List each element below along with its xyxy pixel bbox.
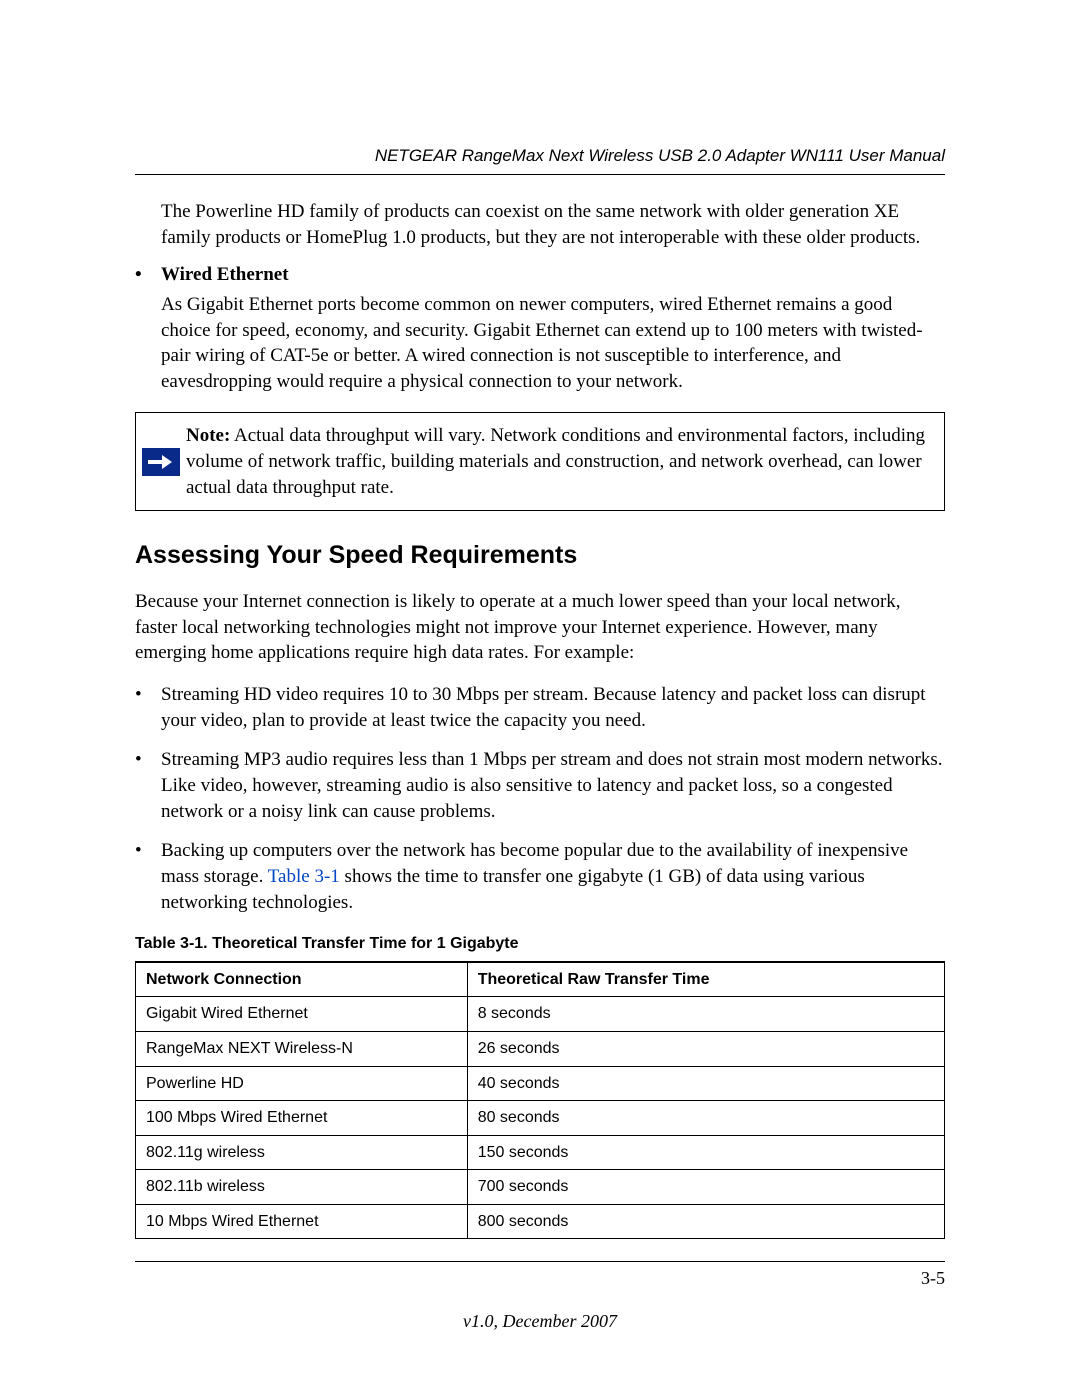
table-cell: 150 seconds: [467, 1135, 944, 1170]
table-row: 802.11g wireless150 seconds: [136, 1135, 945, 1170]
table-row: 10 Mbps Wired Ethernet800 seconds: [136, 1204, 945, 1239]
table-header-row: Network Connection Theoretical Raw Trans…: [136, 962, 945, 997]
document-page: NETGEAR RangeMax Next Wireless USB 2.0 A…: [0, 0, 1080, 1397]
table-cell: RangeMax NEXT Wireless-N: [136, 1031, 468, 1066]
table-row: RangeMax NEXT Wireless-N26 seconds: [136, 1031, 945, 1066]
table-cell: 700 seconds: [467, 1170, 944, 1205]
table-header-cell: Theoretical Raw Transfer Time: [467, 962, 944, 997]
note-body: Actual data throughput will vary. Networ…: [186, 425, 925, 497]
bullet-dot-icon: •: [135, 682, 161, 733]
transfer-time-table: Network Connection Theoretical Raw Trans…: [135, 961, 945, 1240]
note-icon-cell: [136, 413, 186, 510]
table-cell: 10 Mbps Wired Ethernet: [136, 1204, 468, 1239]
requirements-list: • Streaming HD video requires 10 to 30 M…: [135, 682, 945, 915]
note-text: Note: Actual data throughput will vary. …: [186, 413, 944, 510]
table-cell: 800 seconds: [467, 1204, 944, 1239]
section-intro-paragraph: Because your Internet connection is like…: [135, 589, 945, 666]
table-caption: Table 3-1. Theoretical Transfer Time for…: [135, 933, 945, 955]
table-cell: 100 Mbps Wired Ethernet: [136, 1101, 468, 1136]
table-cell: Powerline HD: [136, 1066, 468, 1101]
list-item: • Streaming HD video requires 10 to 30 M…: [135, 682, 945, 733]
table-cell: 80 seconds: [467, 1101, 944, 1136]
note-label: Note:: [186, 425, 230, 446]
bullet-dot-icon: •: [135, 747, 161, 824]
table-cell: 26 seconds: [467, 1031, 944, 1066]
wired-ethernet-heading: Wired Ethernet: [161, 262, 289, 288]
table-row: 100 Mbps Wired Ethernet80 seconds: [136, 1101, 945, 1136]
bullet-dot-icon: •: [135, 262, 161, 288]
arrow-right-icon: [142, 448, 180, 476]
wired-ethernet-paragraph: As Gigabit Ethernet ports become common …: [161, 292, 945, 395]
page-number: 3-5: [135, 1266, 945, 1290]
table-header-cell: Network Connection: [136, 962, 468, 997]
list-item: • Backing up computers over the network …: [135, 838, 945, 915]
section-heading: Assessing Your Speed Requirements: [135, 539, 945, 573]
bullet-dot-icon: •: [135, 838, 161, 915]
table-cell: 40 seconds: [467, 1066, 944, 1101]
footer-version: v1.0, December 2007: [135, 1309, 945, 1333]
table-row: 802.11b wireless700 seconds: [136, 1170, 945, 1205]
list-item-text: Streaming MP3 audio requires less than 1…: [161, 747, 945, 824]
list-item-text: Backing up computers over the network ha…: [161, 838, 945, 915]
footer-rule: [135, 1261, 945, 1262]
table-row: Gigabit Wired Ethernet8 seconds: [136, 997, 945, 1032]
list-item-text: Streaming HD video requires 10 to 30 Mbp…: [161, 682, 945, 733]
intro-paragraph: The Powerline HD family of products can …: [161, 199, 945, 250]
table-cell: Gigabit Wired Ethernet: [136, 997, 468, 1032]
table-cell: 802.11g wireless: [136, 1135, 468, 1170]
wired-ethernet-heading-row: • Wired Ethernet: [135, 262, 945, 288]
note-box: Note: Actual data throughput will vary. …: [135, 412, 945, 511]
header-rule: [135, 174, 945, 175]
table-cell: 8 seconds: [467, 997, 944, 1032]
list-item: • Streaming MP3 audio requires less than…: [135, 747, 945, 824]
table-row: Powerline HD40 seconds: [136, 1066, 945, 1101]
table-3-1-link[interactable]: Table 3-1: [268, 866, 340, 887]
table-cell: 802.11b wireless: [136, 1170, 468, 1205]
running-header: NETGEAR RangeMax Next Wireless USB 2.0 A…: [135, 145, 945, 168]
